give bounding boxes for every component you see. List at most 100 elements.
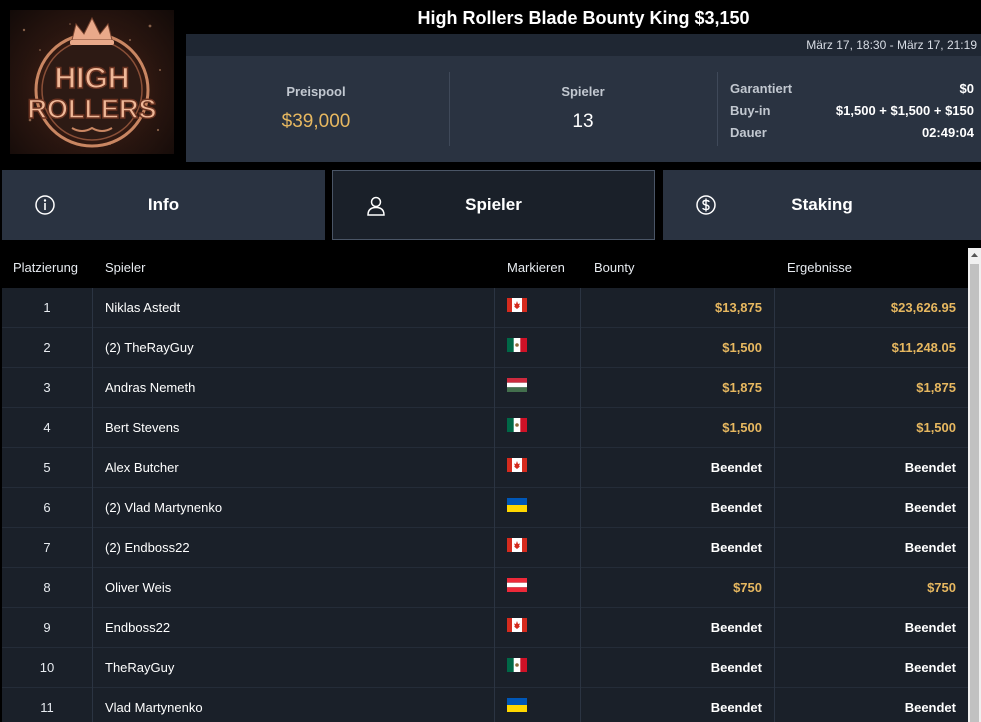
column-divider xyxy=(580,528,581,568)
tab-spieler[interactable]: Spieler xyxy=(332,170,655,240)
row-place: 1 xyxy=(43,300,51,315)
ukraine-flag-icon xyxy=(507,498,527,512)
table-row[interactable]: 6 (2) Vlad Martynenko Beendet Beendet xyxy=(2,488,968,528)
row-place: 6 xyxy=(43,500,51,515)
row-place: 11 xyxy=(40,700,54,715)
header-result[interactable]: Ergebnisse xyxy=(787,248,852,288)
canada-flag-icon xyxy=(507,458,527,472)
column-divider xyxy=(92,648,93,688)
row-result: $750 xyxy=(927,580,956,595)
column-divider xyxy=(92,568,93,608)
column-divider xyxy=(580,488,581,528)
row-player-name[interactable]: (2) TheRayGuy xyxy=(105,328,194,368)
mexico-flag-icon xyxy=(507,338,527,352)
row-result: Beendet xyxy=(904,460,956,475)
table-row[interactable]: 5 Alex Butcher Beendet Beendet xyxy=(2,448,968,488)
column-divider xyxy=(494,688,495,722)
column-divider xyxy=(774,288,775,328)
row-player-name[interactable]: Oliver Weis xyxy=(105,568,171,608)
tab-info[interactable]: Info xyxy=(2,170,325,240)
column-divider xyxy=(774,408,775,448)
table-row[interactable]: 9 Endboss22 Beendet Beendet xyxy=(2,608,968,648)
row-bounty: $1,500 xyxy=(722,420,762,435)
header-flag[interactable]: Markieren xyxy=(507,248,565,288)
row-place: 3 xyxy=(43,380,51,395)
column-divider xyxy=(494,448,495,488)
scroll-up-arrow-icon[interactable] xyxy=(968,248,981,262)
column-divider xyxy=(774,328,775,368)
column-divider xyxy=(774,368,775,408)
table-row[interactable]: 1 Niklas Astedt $13,875 $23,626.95 xyxy=(2,288,968,328)
scroll-thumb[interactable] xyxy=(970,264,979,722)
table-row[interactable]: 2 (2) TheRayGuy $1,500 $11,248.05 xyxy=(2,328,968,368)
tab-staking[interactable]: Staking xyxy=(663,170,981,240)
column-divider xyxy=(494,648,495,688)
column-divider xyxy=(92,608,93,648)
row-player-name[interactable]: Andras Nemeth xyxy=(105,368,195,408)
ukraine-flag-icon xyxy=(507,698,527,712)
prizepool-label: Preispool xyxy=(286,84,346,99)
duration-row: Dauer 02:49:04 xyxy=(730,122,974,144)
mexico-flag-icon xyxy=(507,658,527,672)
column-divider xyxy=(580,568,581,608)
prizepool-value: $39,000 xyxy=(281,111,351,132)
row-player-name[interactable]: (2) Endboss22 xyxy=(105,528,190,568)
table-row[interactable]: 3 Andras Nemeth $1,875 $1,875 xyxy=(2,368,968,408)
row-player-name[interactable]: Bert Stevens xyxy=(105,408,179,448)
column-divider xyxy=(92,448,93,488)
row-player-name[interactable]: Vlad Martynenko xyxy=(105,688,203,722)
row-bounty: Beendet xyxy=(710,660,762,675)
row-place: 4 xyxy=(43,420,51,435)
row-result: $1,500 xyxy=(916,420,956,435)
row-player-name[interactable]: Niklas Astedt xyxy=(105,288,180,328)
column-divider xyxy=(774,448,775,488)
column-divider xyxy=(580,608,581,648)
row-bounty: Beendet xyxy=(710,620,762,635)
column-divider xyxy=(580,648,581,688)
row-bounty: Beendet xyxy=(710,540,762,555)
row-result: Beendet xyxy=(904,700,956,715)
row-bounty: Beendet xyxy=(710,500,762,515)
table-row[interactable]: 11 Vlad Martynenko Beendet Beendet xyxy=(2,688,968,722)
row-place: 8 xyxy=(43,580,51,595)
row-result: Beendet xyxy=(904,500,956,515)
tournament-logo: HIGH ROLLERS xyxy=(0,0,182,162)
guaranteed-label: Garantiert xyxy=(730,81,793,96)
column-divider xyxy=(774,568,775,608)
table-row[interactable]: 4 Bert Stevens $1,500 $1,500 xyxy=(2,408,968,448)
svg-text:ROLLERS: ROLLERS xyxy=(27,94,156,124)
row-result: $1,875 xyxy=(916,380,956,395)
tournament-details: Garantiert $0 Buy-in $1,500 + $1,500 + $… xyxy=(730,78,974,144)
row-player-name[interactable]: Endboss22 xyxy=(105,608,170,648)
row-bounty: $1,500 xyxy=(722,340,762,355)
players-label: Spieler xyxy=(561,84,605,99)
row-player-name[interactable]: (2) Vlad Martynenko xyxy=(105,488,222,528)
players-value: 13 xyxy=(572,111,594,132)
header-player[interactable]: Spieler xyxy=(105,248,145,288)
duration-value: 02:49:04 xyxy=(921,125,974,140)
header-place[interactable]: Platzierung xyxy=(13,248,78,288)
column-divider xyxy=(494,328,495,368)
row-player-name[interactable]: Alex Butcher xyxy=(105,448,179,488)
guaranteed-value: $0 xyxy=(959,81,974,96)
column-divider xyxy=(580,328,581,368)
row-place: 5 xyxy=(43,460,51,475)
column-divider xyxy=(580,448,581,488)
table-row[interactable]: 7 (2) Endboss22 Beendet Beendet xyxy=(2,528,968,568)
table-row[interactable]: 10 TheRayGuy Beendet Beendet xyxy=(2,648,968,688)
prizepool-stat: Preispool $39,000 xyxy=(216,56,416,162)
header-bounty[interactable]: Bounty xyxy=(594,248,634,288)
row-result: $11,248.05 xyxy=(891,340,956,355)
row-bounty: Beendet xyxy=(710,700,762,715)
divider xyxy=(717,72,718,146)
column-divider xyxy=(580,408,581,448)
column-divider xyxy=(92,328,93,368)
column-divider xyxy=(494,608,495,648)
row-place: 2 xyxy=(43,340,51,355)
row-place: 7 xyxy=(43,540,51,555)
table-row[interactable]: 8 Oliver Weis $750 $750 xyxy=(2,568,968,608)
buyin-value: $1,500 + $1,500 + $150 xyxy=(835,103,974,118)
row-player-name[interactable]: TheRayGuy xyxy=(105,648,174,688)
row-bounty: $1,875 xyxy=(722,380,762,395)
table-scrollbar[interactable] xyxy=(968,248,981,722)
